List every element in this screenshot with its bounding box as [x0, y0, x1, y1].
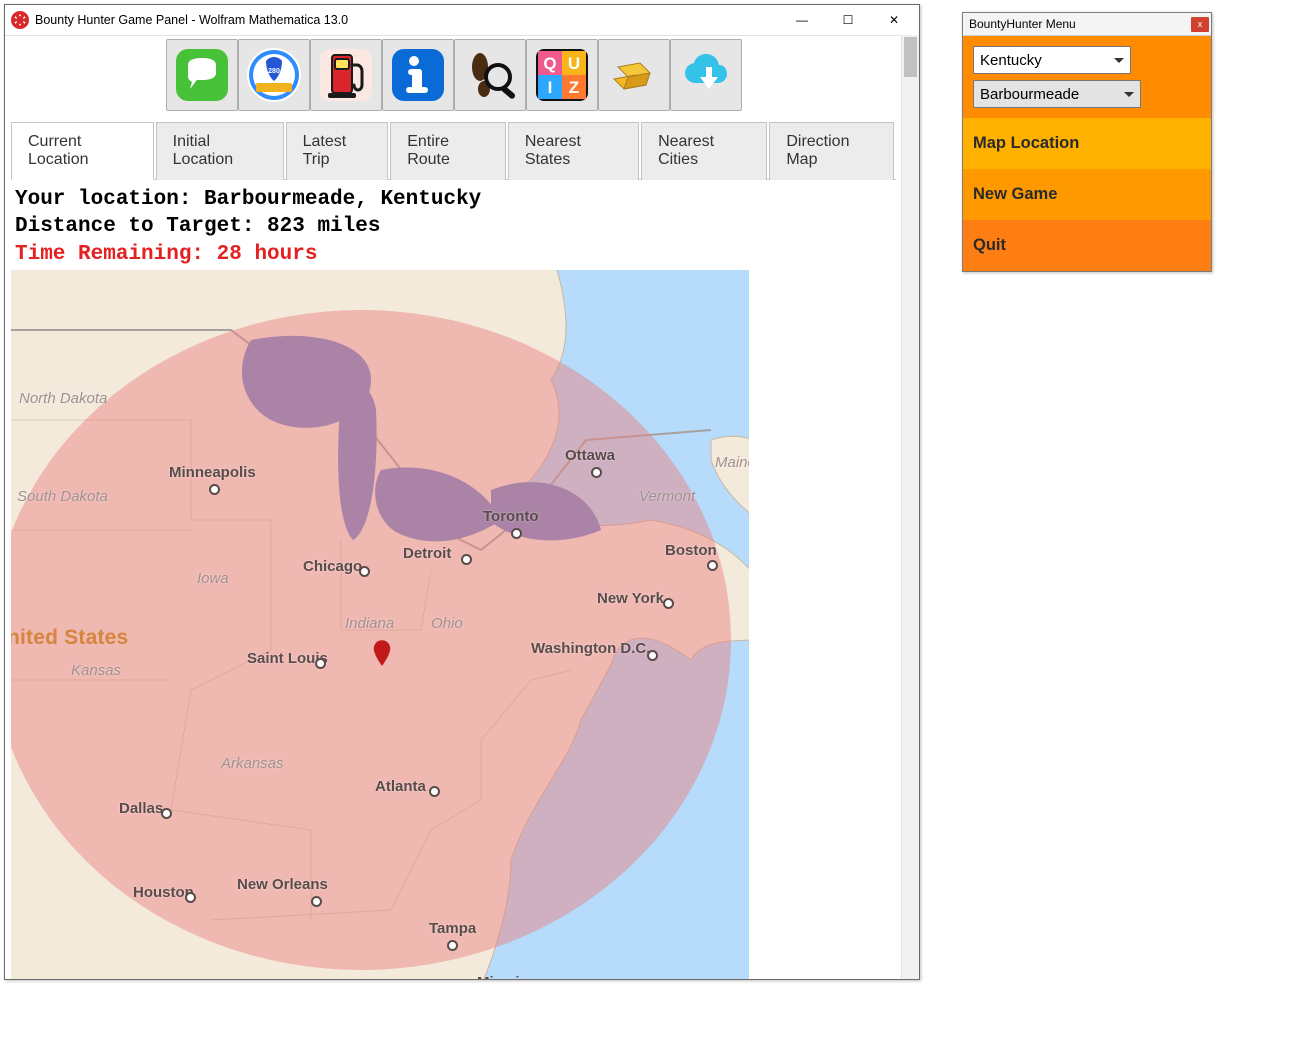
state-iowa: Iowa: [197, 570, 229, 587]
state-south-dakota: South Dakota: [17, 488, 108, 505]
city-boston: Boston: [665, 542, 717, 559]
main-window: Bounty Hunter Game Panel - Wolfram Mathe…: [4, 4, 920, 980]
menu-titlebar[interactable]: BountyHunter Menu x: [963, 13, 1211, 36]
city-tampa: Tampa: [429, 920, 476, 937]
state-indiana: Indiana: [345, 615, 394, 632]
city-dot: [447, 940, 458, 951]
wolfram-icon: [11, 11, 29, 29]
gold-button[interactable]: [598, 39, 670, 111]
crime-button[interactable]: [454, 39, 526, 111]
gas-pump-icon: [318, 47, 374, 103]
location-line: Your location: Barbourmeade, Kentucky: [15, 186, 892, 213]
quiz-icon: Q U I Z: [534, 47, 590, 103]
time-line: Time Remaining: 28 hours: [15, 241, 892, 268]
distance-line: Distance to Target: 823 miles: [15, 213, 892, 240]
chevron-down-icon: [1124, 92, 1134, 97]
city-dot: [359, 566, 370, 577]
tab-entire-route[interactable]: Entire Route: [390, 122, 506, 180]
city-neworleans: New Orleans: [237, 876, 328, 893]
chevron-down-icon: [1114, 58, 1124, 63]
info-block: Your location: Barbourmeade, Kentucky Di…: [5, 180, 902, 270]
map-location-button[interactable]: Map Location: [963, 118, 1211, 169]
gas-button[interactable]: [310, 39, 382, 111]
tab-direction-map[interactable]: Direction Map: [769, 122, 894, 180]
route-280-icon: 280: [246, 47, 302, 103]
state-north-dakota: North Dakota: [19, 390, 107, 407]
menu-body: Kentucky Barbourmeade Map Location New G…: [963, 36, 1211, 271]
quiz-button[interactable]: Q U I Z: [526, 39, 598, 111]
svg-text:I: I: [547, 78, 552, 97]
tabs: Current Location Initial Location Latest…: [11, 121, 896, 180]
footprint-search-icon: [462, 47, 518, 103]
city-toronto: Toronto: [483, 508, 539, 525]
city-dot: [647, 650, 658, 661]
city-atlanta: Atlanta: [375, 778, 426, 795]
city-dot: [461, 554, 472, 565]
info-button[interactable]: [382, 39, 454, 111]
location-marker-icon: [371, 640, 393, 668]
tab-latest-trip[interactable]: Latest Trip: [286, 122, 389, 180]
state-dropdown-value: Kentucky: [980, 52, 1042, 69]
new-game-button[interactable]: New Game: [963, 169, 1211, 220]
city-chicago: Chicago: [303, 558, 362, 575]
maximize-button[interactable]: ☐: [825, 5, 871, 35]
state-maine: Maine: [715, 454, 749, 471]
city-dot: [429, 786, 440, 797]
city-detroit: Detroit: [403, 545, 451, 562]
city-dot: [663, 598, 674, 609]
route-button[interactable]: 280: [238, 39, 310, 111]
minimize-button[interactable]: —: [779, 5, 825, 35]
state-arkansas: Arkansas: [221, 755, 284, 772]
messages-icon: [174, 47, 230, 103]
city-minneapolis: Minneapolis: [169, 464, 256, 481]
city-dot: [185, 892, 196, 903]
svg-text:280: 280: [268, 68, 280, 75]
city-miami: Miami: [477, 974, 520, 979]
city-newyork: New York: [597, 590, 664, 607]
menu-title-text: BountyHunter Menu: [969, 17, 1076, 31]
state-dropdown[interactable]: Kentucky: [973, 46, 1131, 74]
tab-nearest-cities[interactable]: Nearest Cities: [641, 122, 767, 180]
messages-button[interactable]: [166, 39, 238, 111]
gold-bars-icon: [606, 47, 662, 103]
city-dropdown-value: Barbourmeade: [980, 86, 1079, 103]
titlebar[interactable]: Bounty Hunter Game Panel - Wolfram Mathe…: [5, 5, 919, 36]
scrollbar-thumb[interactable]: [904, 37, 917, 77]
icon-toolbar: 280: [5, 35, 902, 117]
country-label: nited States: [11, 626, 128, 650]
state-kansas: Kansas: [71, 662, 121, 679]
map[interactable]: nited States North Dakota South Dakota I…: [11, 270, 749, 979]
download-cloud-icon: [678, 47, 734, 103]
city-ottawa: Ottawa: [565, 447, 615, 464]
city-dot: [315, 658, 326, 669]
tab-nearest-states[interactable]: Nearest States: [508, 122, 639, 180]
city-dot: [591, 467, 602, 478]
info-icon: [390, 47, 446, 103]
svg-text:U: U: [567, 54, 579, 73]
city-dallas: Dallas: [119, 800, 163, 817]
quit-button[interactable]: Quit: [963, 220, 1211, 271]
city-dot: [161, 808, 172, 819]
content-area: 280: [5, 35, 902, 979]
city-dc: Washington D.C.: [531, 640, 650, 657]
city-dropdown[interactable]: Barbourmeade: [973, 80, 1141, 108]
menu-close-button[interactable]: x: [1191, 17, 1209, 32]
city-dot: [311, 896, 322, 907]
menu-window: BountyHunter Menu x Kentucky Barbourmead…: [962, 12, 1212, 272]
tab-initial-location[interactable]: Initial Location: [156, 122, 284, 180]
city-dot: [511, 528, 522, 539]
window-title: Bounty Hunter Game Panel - Wolfram Mathe…: [35, 13, 348, 27]
download-button[interactable]: [670, 39, 742, 111]
state-vermont: Vermont: [639, 488, 695, 505]
city-dot: [209, 484, 220, 495]
city-dot: [707, 560, 718, 571]
close-button[interactable]: ✕: [871, 5, 917, 35]
svg-text:Q: Q: [543, 54, 556, 73]
svg-text:Z: Z: [568, 78, 578, 97]
vertical-scrollbar[interactable]: [901, 35, 919, 979]
state-ohio: Ohio: [431, 615, 463, 632]
tab-current-location[interactable]: Current Location: [11, 122, 154, 180]
